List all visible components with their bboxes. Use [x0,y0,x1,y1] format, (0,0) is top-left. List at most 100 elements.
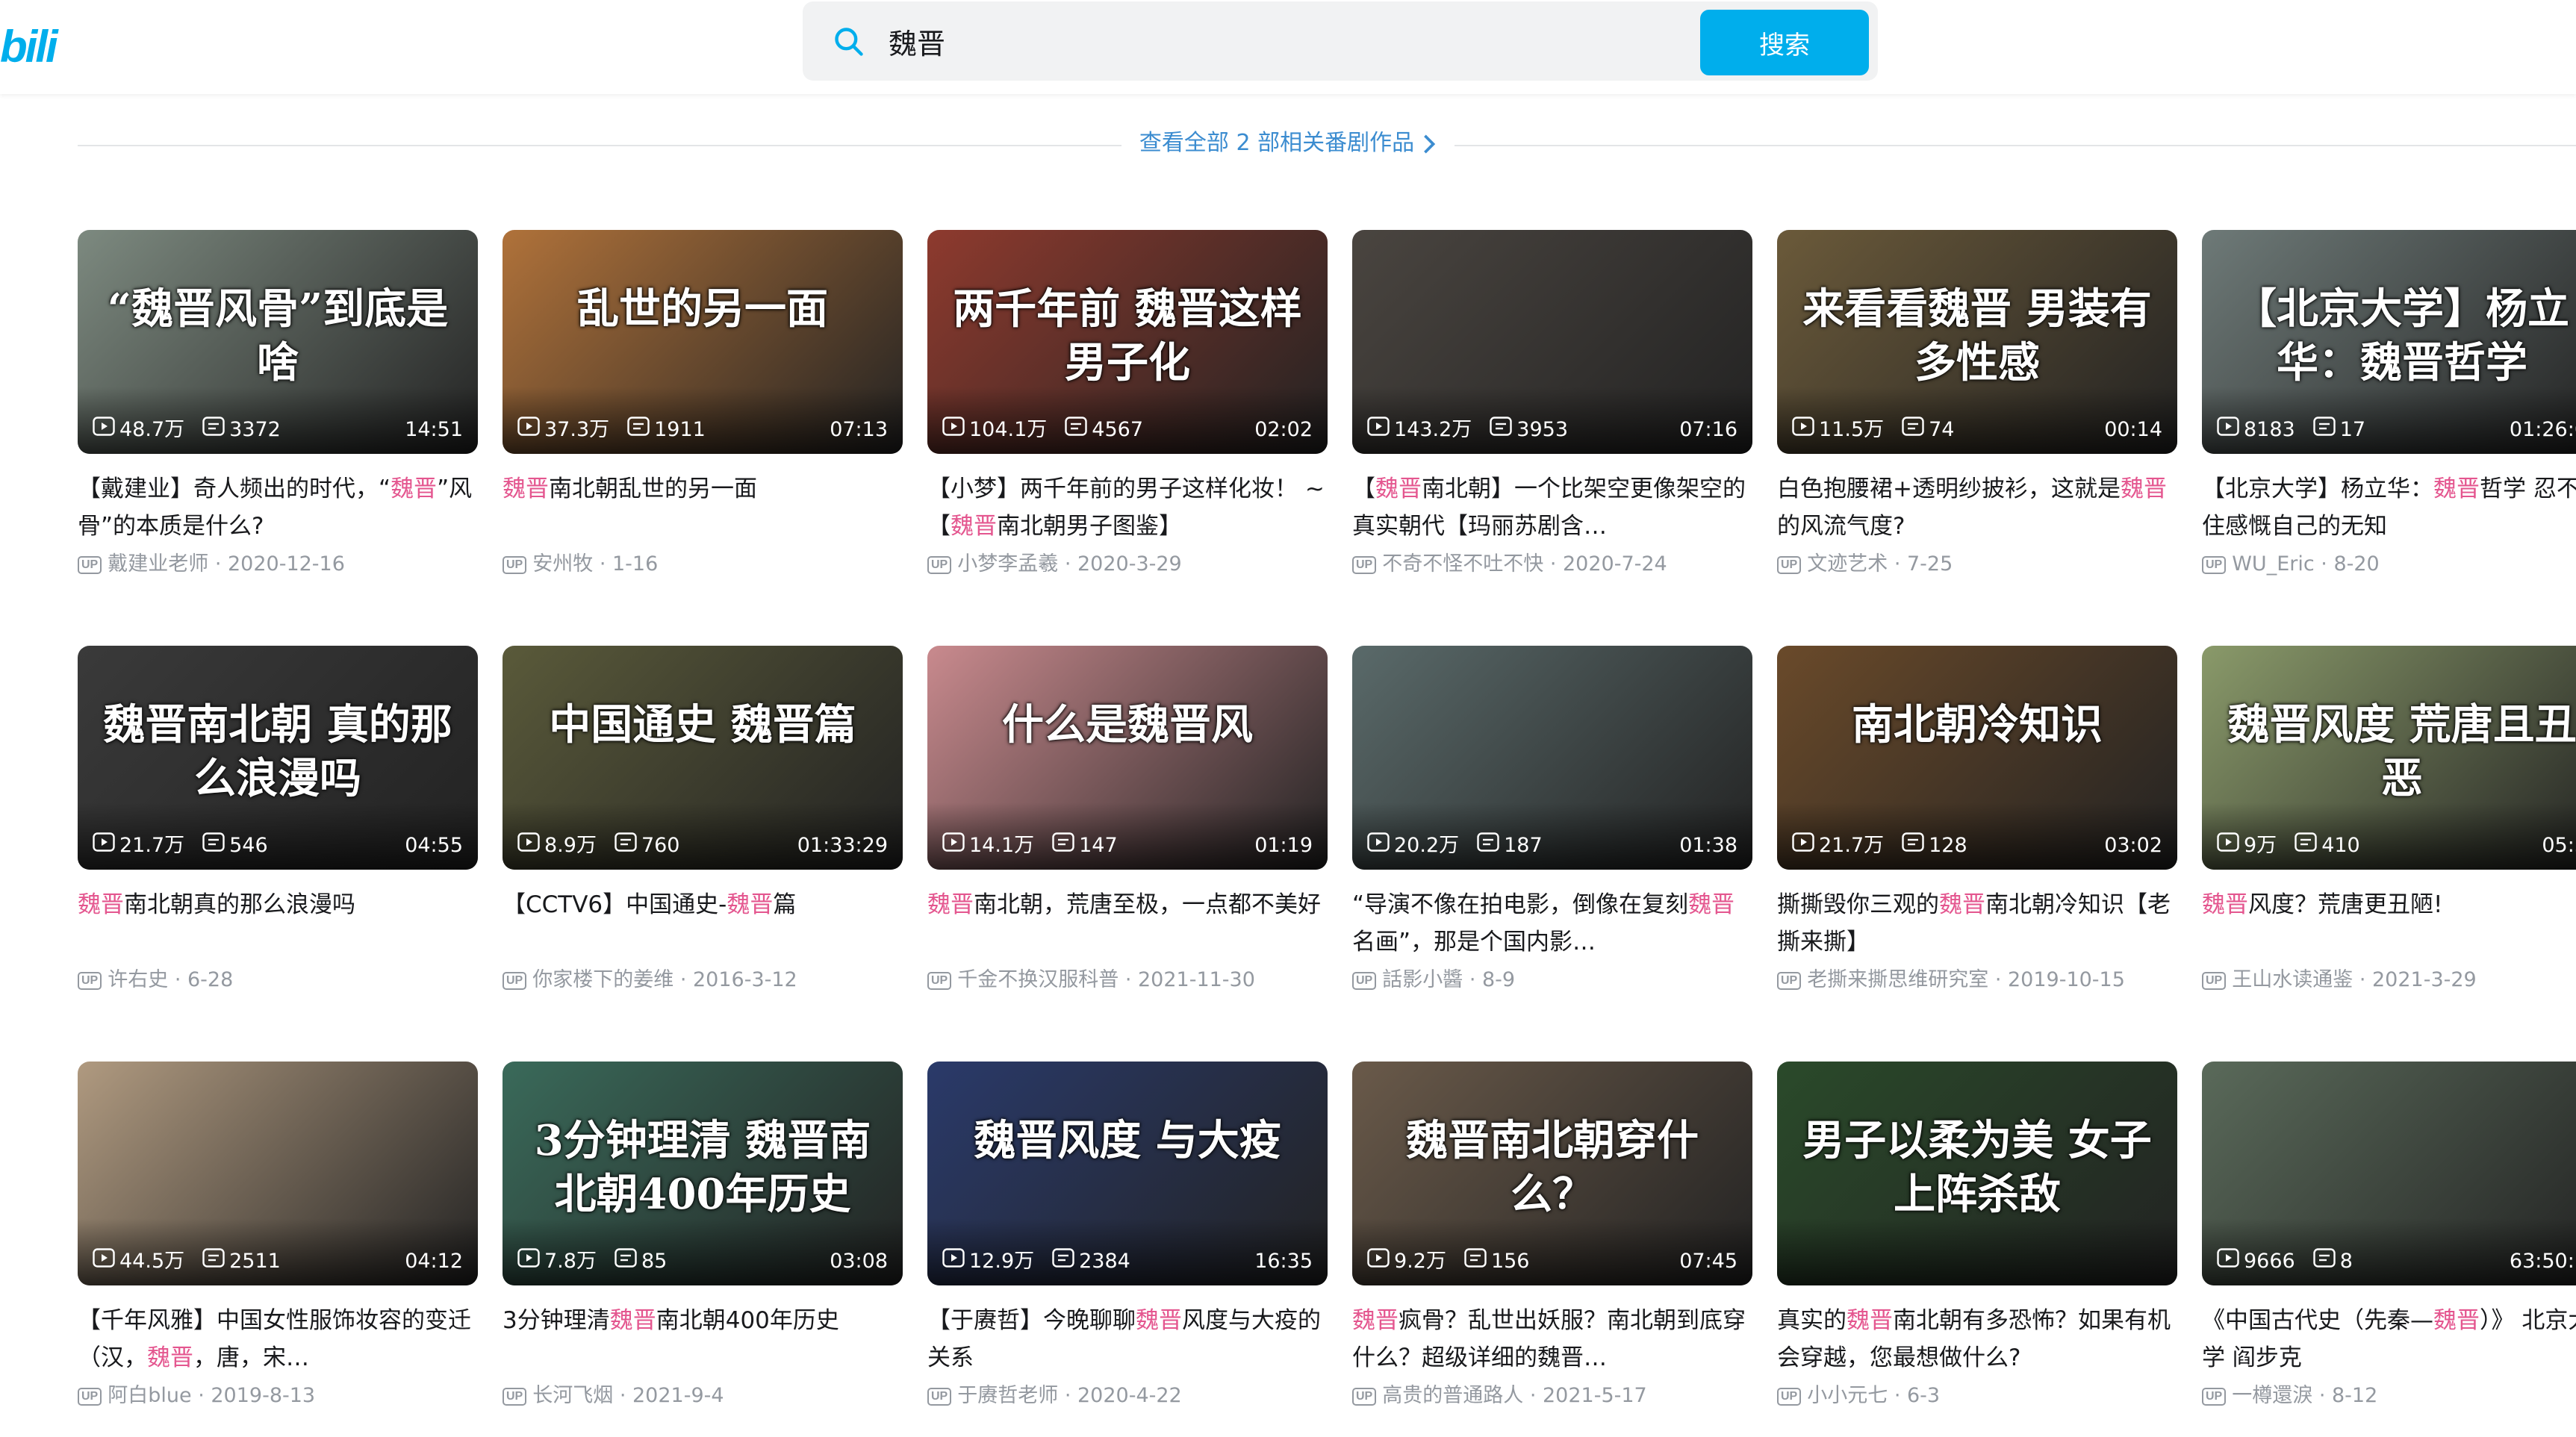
uploader-name[interactable]: 长河飞烟 [532,1384,613,1407]
play-count: 12.9万 [942,1248,1034,1275]
video-card[interactable]: 男子以柔为美 女子上阵杀敌真实的魏晋南北朝有多恐怖？如果有机会穿越，您最想做什么… [1777,1062,2177,1435]
video-stats: 8183 17 01:26:0 [2217,417,2576,443]
video-thumbnail[interactable]: 南北朝冷知识 21.7万 128 03:02 [1777,646,2177,870]
video-title[interactable]: 【于赓哲】今晚聊聊魏晋风度与大疫的关系 [927,1302,1328,1377]
uploader-name[interactable]: 你家楼下的姜维 [532,968,673,991]
video-thumbnail[interactable]: 3分钟理清 魏晋南北朝400年历史 7.8万 85 03:08 [503,1062,903,1285]
video-thumbnail[interactable]: 什么是魏晋风 14.1万 147 01:19 [927,646,1328,870]
video-thumbnail[interactable]: 9666 8 63:50:1 [2202,1062,2576,1285]
video-title[interactable]: 撕撕毁你三观的魏晋南北朝冷知识【老撕来撕】 [1777,886,2177,961]
bangumi-link[interactable]: 查看全部 2 部相关番剧作品 [1121,130,1455,156]
uploader-name[interactable]: 阿白blue [108,1384,191,1407]
video-title[interactable]: 魏晋南北朝真的那么浪漫吗 [78,886,478,923]
video-stats: 9.2万 156 07:45 [1367,1248,1737,1275]
keyword-highlight: 魏晋 [147,1344,193,1371]
play-count: 48.7万 [93,417,184,443]
uploader-name[interactable]: 話影小醬 [1382,968,1463,991]
uploader-name[interactable]: 王山水读通鉴 [2232,968,2353,991]
video-card[interactable]: 来看看魏晋 男装有多性感 11.5万 74 00:14 白色抱腰裙+透明纱披衫，这就是魏… [1777,230,2177,603]
video-duration: 14:51 [405,418,463,441]
uploader-name[interactable]: 安州牧 [532,552,593,576]
uploader-name[interactable]: 小小元七 [1807,1384,1888,1407]
video-title[interactable]: 魏晋南北朝，荒唐至极，一点都不美好 [927,886,1328,923]
video-thumbnail[interactable]: 20.2万 187 01:38 [1352,646,1752,870]
video-thumbnail[interactable]: 44.5万 2511 04:12 [78,1062,478,1285]
video-thumbnail[interactable]: 中国通史 魏晋篇 8.9万 760 01:33:29 [503,646,903,870]
upload-date: 6-28 [187,968,234,991]
uploader-name[interactable]: 许右史 [108,968,168,991]
search-input[interactable] [889,18,1673,64]
video-thumbnail[interactable]: 魏晋风度 与大疫 12.9万 2384 16:35 [927,1062,1328,1285]
bilibili-logo[interactable]: bili [0,13,58,81]
video-thumbnail[interactable]: 143.2万 3953 07:16 [1352,230,1752,454]
video-duration: 01:33:29 [797,834,888,857]
title-text: ，唐，宋… [193,1344,309,1371]
uploader-name[interactable]: 戴建业老师 [108,552,208,576]
play-icon [2217,1248,2239,1275]
video-card[interactable]: “魏晋风骨”到底是啥 48.7万 3372 14:51 【戴建业】奇人频出的时代，“魏晋… [78,230,478,603]
video-card[interactable]: 魏晋风度 与大疫 12.9万 2384 16:35 【于赓哲】今晚聊聊魏晋风度与大疫的关… [927,1062,1328,1435]
video-stats: 21.7万 128 03:02 [1792,832,2162,859]
video-card[interactable]: 两千年前 魏晋这样 男子化 104.1万 4567 02:02 【小梦】两千年前的男子这… [927,230,1328,603]
danmaku-count: 2384 [1052,1248,1130,1275]
video-card[interactable]: 3分钟理清 魏晋南北朝400年历史 7.8万 85 03:08 3分钟理清魏晋南北朝40… [503,1062,903,1435]
video-thumbnail[interactable]: 魏晋南北朝 真的那么浪漫吗 21.7万 546 04:55 [78,646,478,870]
video-card[interactable]: 【北京大学】杨立华：魏晋哲学81831701:26:0 【北京大学】杨立华：魏晋哲… [2202,230,2576,603]
video-thumbnail[interactable]: “魏晋风骨”到底是啥 48.7万 3372 14:51 [78,230,478,454]
video-title[interactable]: 3分钟理清魏晋南北朝400年历史 [503,1302,903,1339]
danmaku-count: 17 [2313,417,2365,443]
uploader-name[interactable]: WU_Eric [2232,552,2314,576]
uploader-name[interactable]: 小梦李孟羲 [957,552,1058,576]
video-title[interactable]: 【小梦】两千年前的男子这样化妆！ ~【魏晋南北朝男子图鉴】 [927,470,1328,545]
video-title[interactable]: 【北京大学】杨立华：魏晋哲学 忍不住感慨自己的无知 [2202,470,2576,545]
video-title[interactable]: 【CCTV6】中国通史-魏晋篇 [503,886,903,923]
video-card[interactable]: 魏晋南北朝穿什么？ 9.2万 156 07:45 魏晋疯骨？乱世出妖服？南北朝到底穿什么… [1352,1062,1752,1435]
meta-separator: · [1058,1384,1077,1407]
uploader-name[interactable]: 不奇不怪不吐不快 [1382,552,1543,576]
video-title[interactable]: 真实的魏晋南北朝有多恐怖？如果有机会穿越，您最想做什么? [1777,1302,2177,1377]
uploader-name[interactable]: 老撕来撕思维研究室 [1807,968,1988,991]
video-thumbnail[interactable]: 男子以柔为美 女子上阵杀敌 [1777,1062,2177,1285]
video-title[interactable]: 魏晋疯骨？乱世出妖服？南北朝到底穿什么？超级详细的魏晋… [1352,1302,1752,1377]
video-card[interactable]: 9666 8 63:50:1 《中国古代史（先秦—魏晋）》 北京大学 阎步克 UP 一樽還… [2202,1062,2576,1435]
video-title[interactable]: 魏晋南北朝乱世的另一面 [503,470,903,508]
video-card[interactable]: 143.2万 3953 07:16 【魏晋南北朝】一个比架空更像架空的真实朝代【玛丽苏… [1352,230,1752,603]
thumbnail-caption: 来看看魏晋 男装有多性感 [1802,284,2152,387]
video-card[interactable]: 20.2万 187 01:38 “导演不像在拍电影，倒像在复刻魏晋名画”，那是个国内影… [1352,646,1752,1019]
search-button[interactable]: 搜索 [1700,10,1869,75]
video-card[interactable]: 魏晋风度 荒唐且丑恶 9万 410 05:3 魏晋风度？荒唐更丑陋! UP 王山水读通鉴 ·… [2202,646,2576,1019]
video-title[interactable]: 【魏晋南北朝】一个比架空更像架空的真实朝代【玛丽苏剧含… [1352,470,1752,545]
play-icon [93,1248,115,1275]
video-thumbnail[interactable]: 乱世的另一面 37.3万 1911 07:13 [503,230,903,454]
video-title[interactable]: 《中国古代史（先秦—魏晋）》 北京大学 阎步克 [2202,1302,2576,1377]
play-icon [1792,832,1814,859]
meta-separator: · [168,968,187,991]
video-card[interactable]: 44.5万 2511 04:12 【千年风雅】中国女性服饰妆容的变迁 （汉，魏晋，唐，… [78,1062,478,1435]
video-thumbnail[interactable]: 魏晋南北朝穿什么？ 9.2万 156 07:45 [1352,1062,1752,1285]
video-card[interactable]: 南北朝冷知识 21.7万 128 03:02 撕撕毁你三观的魏晋南北朝冷知识【老撕来撕】… [1777,646,2177,1019]
uploader-name[interactable]: 一樽還淚 [2232,1384,2312,1407]
video-thumbnail[interactable]: 【北京大学】杨立华：魏晋哲学 8183 17 01:26:0 [2202,230,2576,454]
video-stats: 37.3万 1911 07:13 [517,417,888,443]
uploader-name[interactable]: 千金不换汉服科普 [957,968,1119,991]
video-card[interactable]: 乱世的另一面 37.3万 1911 07:13 魏晋南北朝乱世的另一面 UP 安州牧 · 1… [503,230,903,603]
play-count-value: 21.7万 [1819,834,1885,857]
keyword-highlight: 魏晋 [927,891,974,918]
video-card[interactable]: 中国通史 魏晋篇 8.9万 760 01:33:29 【CCTV6】中国通史-魏晋篇 UP… [503,646,903,1019]
video-card[interactable]: 魏晋南北朝 真的那么浪漫吗 21.7万 546 04:55 魏晋南北朝真的那么浪漫吗 UP… [78,646,478,1019]
play-icon [1792,417,1814,443]
video-thumbnail[interactable]: 两千年前 魏晋这样 男子化 104.1万 4567 02:02 [927,230,1328,454]
video-thumbnail[interactable]: 来看看魏晋 男装有多性感 11.5万 74 00:14 [1777,230,2177,454]
video-title[interactable]: 【戴建业】奇人频出的时代，“魏晋”风骨”的本质是什么? [78,470,478,545]
title-text: 3分钟理清 [503,1307,610,1334]
video-thumbnail[interactable]: 魏晋风度 荒唐且丑恶 9万 410 05:3 [2202,646,2576,870]
video-card[interactable]: 什么是魏晋风 14.1万 147 01:19 魏晋南北朝，荒唐至极，一点都不美好 UP 千金… [927,646,1328,1019]
uploader-name[interactable]: 文迹艺术 [1807,552,1888,576]
video-title[interactable]: 白色抱腰裙+透明纱披衫，这就是魏晋的风流气度? [1777,470,2177,545]
video-title[interactable]: “导演不像在拍电影，倒像在复刻魏晋名画”，那是个国内影… [1352,886,1752,961]
uploader-name[interactable]: 高贵的普通路人 [1382,1384,1523,1407]
video-title[interactable]: 【千年风雅】中国女性服饰妆容的变迁 （汉，魏晋，唐，宋… [78,1302,478,1377]
uploader-name[interactable]: 于赓哲老师 [957,1384,1058,1407]
video-title[interactable]: 魏晋风度？荒唐更丑陋! [2202,886,2576,923]
upload-date: 2020-7-24 [1562,552,1667,576]
